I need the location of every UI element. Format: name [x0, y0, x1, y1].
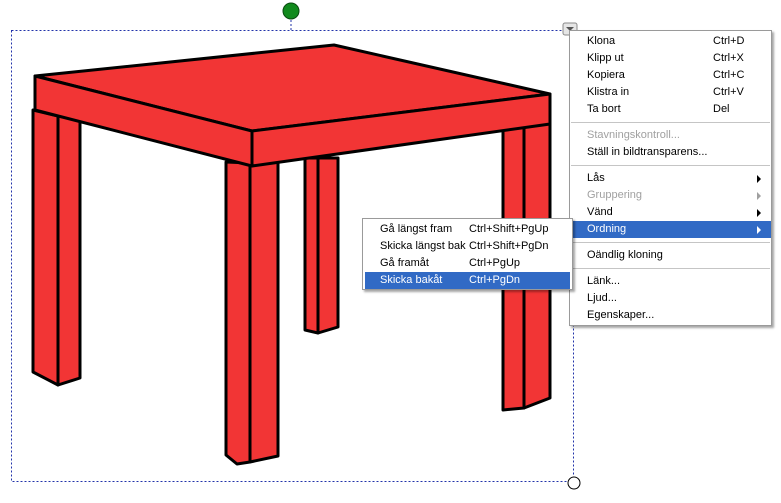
menu-item-grouping: Gruppering — [570, 187, 771, 204]
menu-item-cut[interactable]: Klipp ut Ctrl+X — [570, 50, 771, 67]
menu-item-label: Kopiera — [587, 69, 625, 81]
menu-item-label: Egenskaper... — [587, 309, 655, 321]
menu-item-shortcut: Ctrl+PgUp — [469, 257, 521, 269]
menu-item-label: Vänd — [587, 206, 613, 218]
menu-item-label: Klipp ut — [587, 52, 624, 64]
menu-item-label: Ställ in bildtransparens... — [587, 146, 708, 158]
menu-item-label: Gå framåt — [380, 257, 429, 269]
submenu-item-send-backward[interactable]: Skicka bakåt Ctrl+PgDn — [365, 272, 570, 289]
order-submenu: Gå längst fram Ctrl+Shift+PgUp Skicka lä… — [362, 218, 573, 290]
menu-item-label: Skicka bakåt — [380, 274, 443, 286]
menu-separator — [571, 268, 770, 269]
menu-item-shortcut: Ctrl+PgDn — [469, 274, 521, 286]
table-leg-front-right — [224, 160, 252, 466]
menu-item-shortcut: Ctrl+Shift+PgUp — [469, 223, 549, 235]
menu-item-flip[interactable]: Vänd — [570, 204, 771, 221]
menu-item-label: Ljud... — [587, 292, 617, 304]
submenu-arrow-icon — [757, 175, 761, 183]
menu-item-label: Ordning — [587, 223, 627, 235]
menu-item-shortcut: Ctrl+X — [713, 52, 744, 64]
table-leg-front-left — [31, 108, 60, 387]
menu-item-label: Ta bort — [587, 103, 621, 115]
menu-separator — [571, 122, 770, 123]
menu-item-properties[interactable]: Egenskaper... — [570, 307, 771, 324]
menu-item-label: Stavningskontroll... — [587, 129, 680, 141]
table-leg-front-left-side — [56, 114, 82, 387]
menu-item-delete[interactable]: Ta bort Del — [570, 101, 771, 118]
menu-item-label: Gruppering — [587, 189, 643, 201]
menu-item-sound[interactable]: Ljud... — [570, 290, 771, 307]
menu-item-label: Skicka längst bak — [380, 240, 466, 252]
menu-item-link[interactable]: Länk... — [570, 273, 771, 290]
menu-item-shortcut: Del — [713, 103, 730, 115]
submenu-item-send-to-back[interactable]: Skicka längst bak Ctrl+Shift+PgDn — [363, 238, 572, 255]
menu-item-shortcut: Ctrl+V — [713, 86, 744, 98]
menu-item-label: Gå längst fram — [380, 223, 453, 235]
menu-item-label: Länk... — [587, 275, 621, 287]
menu-item-label: Lås — [587, 172, 605, 184]
rotation-handle[interactable] — [282, 2, 300, 20]
menu-separator — [571, 165, 770, 166]
submenu-item-bring-forward[interactable]: Gå framåt Ctrl+PgUp — [363, 255, 572, 272]
context-menu: Klona Ctrl+D Klipp ut Ctrl+X Kopiera Ctr… — [569, 30, 772, 326]
menu-item-paste[interactable]: Klistra in Ctrl+V — [570, 84, 771, 101]
table-leg-front-right-side — [248, 158, 280, 464]
menu-separator — [571, 242, 770, 243]
menu-item-clone[interactable]: Klona Ctrl+D — [570, 33, 771, 50]
menu-item-label: Oändlig kloning — [587, 249, 663, 261]
submenu-arrow-icon — [757, 192, 761, 200]
menu-item-copy[interactable]: Kopiera Ctrl+C — [570, 67, 771, 84]
submenu-arrow-icon — [757, 209, 761, 217]
submenu-arrow-icon — [757, 226, 761, 234]
menu-item-order[interactable]: Ordning — [570, 221, 771, 238]
menu-item-label: Klistra in — [587, 86, 630, 98]
menu-item-shortcut: Ctrl+C — [713, 69, 745, 81]
table-leg-back-middle-side — [316, 156, 340, 335]
table-leg-back-middle — [303, 156, 320, 335]
menu-item-infinite-clone[interactable]: Oändlig kloning — [570, 247, 771, 264]
menu-item-shortcut: Ctrl+D — [713, 35, 745, 47]
menu-item-label: Klona — [587, 35, 616, 47]
menu-item-image-transparency[interactable]: Ställ in bildtransparens... — [570, 144, 771, 161]
submenu-item-bring-to-front[interactable]: Gå längst fram Ctrl+Shift+PgUp — [363, 221, 572, 238]
menu-item-lock[interactable]: Lås — [570, 170, 771, 187]
menu-item-spellcheck: Stavningskontroll... — [570, 127, 771, 144]
resize-handle[interactable] — [567, 476, 581, 490]
menu-item-shortcut: Ctrl+Shift+PgDn — [469, 240, 549, 252]
